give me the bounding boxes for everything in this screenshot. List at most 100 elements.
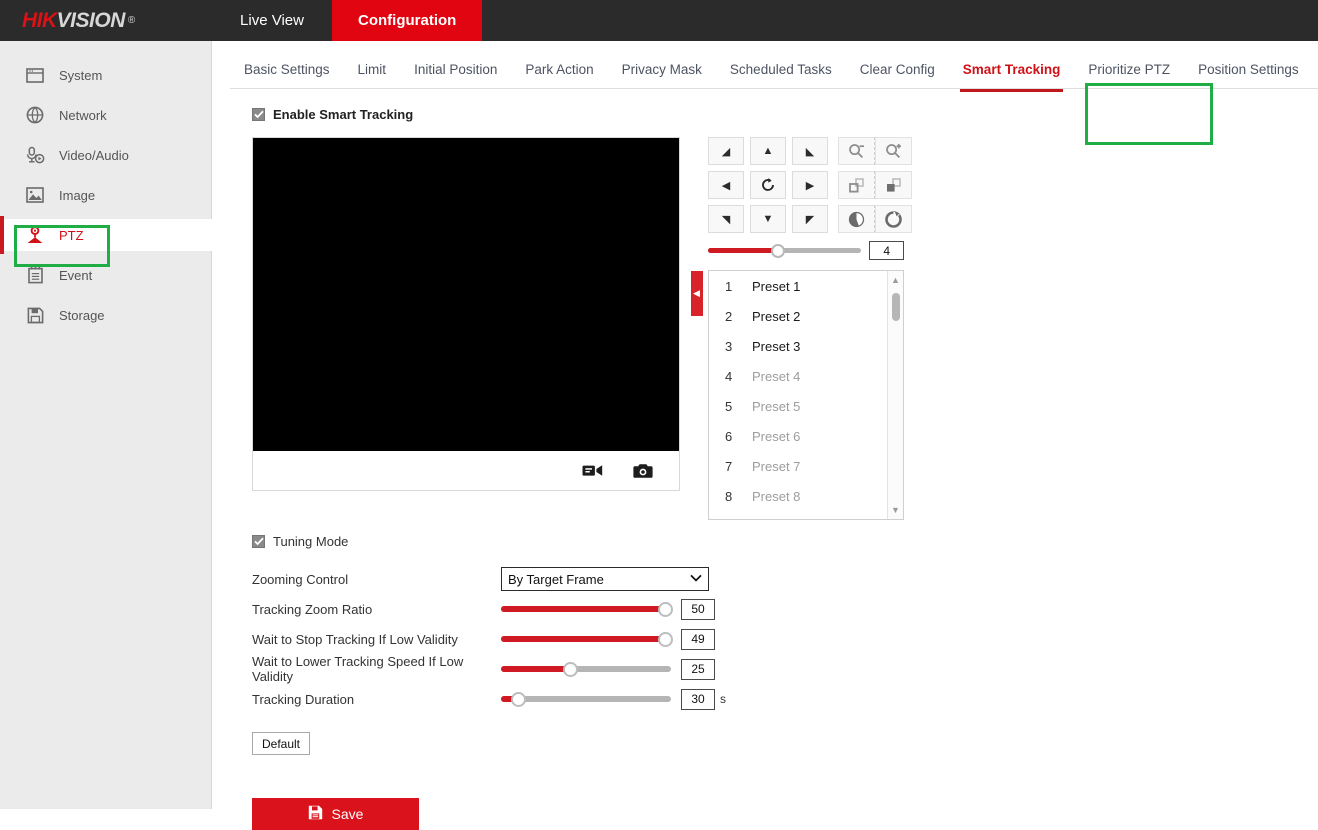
video-record-icon[interactable] [582,463,603,478]
focus-near-icon[interactable] [838,171,875,199]
wait-lower-speed-slider[interactable] [501,662,671,677]
tab-position-settings[interactable]: Position Settings [1184,49,1313,89]
ptz-speed-slider[interactable] [708,244,861,258]
preset-scroll-thumb[interactable] [892,293,900,321]
preset-list-item[interactable]: 4Preset 4 [709,361,903,391]
preset-list-item[interactable]: 2Preset 2 [709,301,903,331]
default-button[interactable]: Default [252,732,310,755]
ptz-down-right-button[interactable]: ◤ [792,205,828,233]
ptz-up-right-button[interactable]: ◣ [792,137,828,165]
ptz-up-left-button[interactable]: ◢ [708,137,744,165]
hikvision-logo: HIKVISION® [0,0,212,41]
sidebar-item-video-audio[interactable]: Video/Audio [0,139,211,171]
slider-knob[interactable] [563,662,578,677]
sidebar-item-event[interactable]: Event [0,259,211,291]
preset-index: 5 [725,399,752,414]
wait-stop-tracking-value[interactable]: 49 [681,629,715,650]
chevron-left-icon[interactable]: ◀ [691,271,703,316]
tracking-duration-value[interactable]: 30 [681,689,715,710]
preset-list-item[interactable]: 1Preset 1 [709,271,903,301]
video-screen[interactable] [253,138,679,451]
zoom-in-icon[interactable] [875,137,912,165]
preset-panel-collapse-wrap: ◀ [680,137,708,450]
sidebar-item-label: PTZ [59,228,84,243]
enable-smart-tracking-row[interactable]: Enable Smart Tracking [252,107,1318,122]
ptz-up-button[interactable]: ▲ [750,137,786,165]
slider-knob[interactable] [511,692,526,707]
tab-smart-tracking[interactable]: Smart Tracking [949,49,1075,89]
sidebar-item-label: Image [59,188,95,203]
logo-registered-mark: ® [128,15,135,26]
sidebar-item-ptz[interactable]: PTZ [0,219,213,251]
preset-list: 1Preset 1 2Preset 2 3Preset 3 4Preset 4 … [709,271,903,511]
ptz-right-button[interactable]: ▶ [792,171,828,199]
preset-list-item[interactable]: 6Preset 6 [709,421,903,451]
tab-rapid-focus[interactable]: Rapid Focus [1313,49,1318,89]
preset-list-item[interactable]: 8Preset 8 [709,481,903,511]
slider-knob[interactable] [658,632,673,647]
focus-far-icon[interactable] [875,171,912,199]
preset-name: Preset 4 [752,369,800,384]
sidebar-item-image[interactable]: Image [0,179,211,211]
tracking-zoom-ratio-row: Tracking Zoom Ratio 50 [252,594,1318,624]
slider-knob[interactable] [658,602,673,617]
preset-list-item[interactable]: 7Preset 7 [709,451,903,481]
scroll-up-arrow-icon[interactable]: ▲ [891,275,900,285]
tab-prioritize-ptz[interactable]: Prioritize PTZ [1074,49,1184,89]
wait-stop-tracking-slider[interactable] [501,632,671,647]
preset-name: Preset 1 [752,279,800,294]
tab-bar-divider [230,88,1318,89]
picture-icon [24,185,46,205]
ptz-direction-grid: ◢ ▲ ◣ ◀ ▶ ◥ ▼ ◤ [708,137,828,233]
tab-clear-config[interactable]: Clear Config [846,49,949,89]
preset-list-scrollbar[interactable]: ▲ ▼ [887,271,903,519]
nav-tab-live-view[interactable]: Live View [212,0,332,41]
enable-smart-tracking-checkbox[interactable] [252,108,265,121]
tuning-mode-row[interactable]: Tuning Mode [252,534,1318,549]
wait-lower-speed-row: Wait to Lower Tracking Speed If Low Vali… [252,654,1318,684]
tab-initial-position[interactable]: Initial Position [400,49,511,89]
iris-close-icon[interactable] [838,205,875,233]
wait-lower-speed-value[interactable]: 25 [681,659,715,680]
tracking-zoom-ratio-value[interactable]: 50 [681,599,715,620]
iris-open-icon[interactable] [875,205,912,233]
floppy-save-icon [308,805,323,823]
sidebar-item-label: Storage [59,308,105,323]
slider-fill [501,606,666,612]
ptz-auto-scan-button[interactable] [750,171,786,199]
zooming-control-select[interactable]: By Target Frame [501,567,709,591]
main-content: Basic Settings Limit Initial Position Pa… [212,41,1318,809]
tuning-mode-checkbox[interactable] [252,535,265,548]
preset-list-item[interactable]: 5Preset 5 [709,391,903,421]
tab-limit[interactable]: Limit [344,49,401,89]
zoom-out-icon[interactable] [838,137,875,165]
tracking-zoom-ratio-slider[interactable] [501,602,671,617]
tab-privacy-mask[interactable]: Privacy Mask [608,49,716,89]
sidebar-item-system[interactable]: System [0,59,211,91]
tab-basic-settings[interactable]: Basic Settings [230,49,344,89]
save-button[interactable]: Save [252,798,419,830]
ptz-down-left-button[interactable]: ◥ [708,205,744,233]
tab-park-action[interactable]: Park Action [511,49,607,89]
camera-capture-icon[interactable] [633,463,653,479]
globe-icon [24,105,46,125]
floppy-disk-icon [24,305,46,325]
ptz-down-button[interactable]: ▼ [750,205,786,233]
slider-track [501,696,671,702]
speed-slider-knob[interactable] [771,244,785,258]
logo-vision-text: VISION [57,9,125,33]
sidebar-item-network[interactable]: Network [0,99,211,131]
ptz-person-icon [24,225,46,245]
preset-list-box: 1Preset 1 2Preset 2 3Preset 3 4Preset 4 … [708,270,904,520]
wait-stop-tracking-label: Wait to Stop Tracking If Low Validity [252,632,501,647]
scroll-down-arrow-icon[interactable]: ▼ [891,505,900,515]
ptz-speed-value[interactable]: 4 [869,241,904,260]
tracking-duration-slider[interactable] [501,692,671,707]
preset-index: 6 [725,429,752,444]
tab-scheduled-tasks[interactable]: Scheduled Tasks [716,49,846,89]
nav-tab-configuration[interactable]: Configuration [332,0,482,41]
ptz-left-button[interactable]: ◀ [708,171,744,199]
preset-list-item[interactable]: 3Preset 3 [709,331,903,361]
save-button-label: Save [332,806,364,822]
sidebar-item-storage[interactable]: Storage [0,299,211,331]
